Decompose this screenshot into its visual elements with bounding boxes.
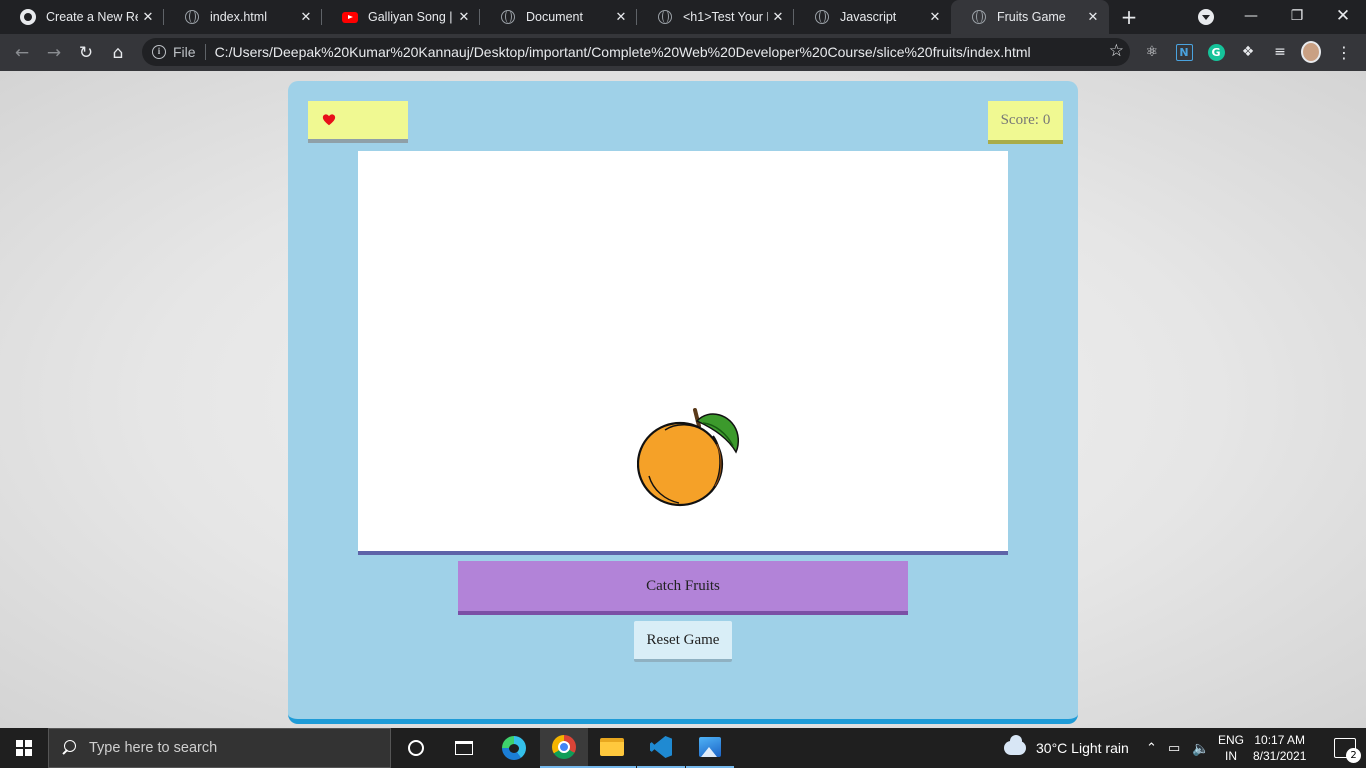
chrome-icon (552, 735, 576, 759)
puzzle-icon[interactable]: ❖ (1238, 42, 1258, 62)
score-box: Score: 0 (988, 101, 1063, 144)
task-view-icon (455, 741, 473, 755)
photos-taskbar-button[interactable] (686, 728, 734, 768)
close-icon[interactable]: ✕ (768, 10, 788, 25)
heart-icon (322, 114, 336, 126)
tab-label: Galliyan Song | Ek (368, 10, 454, 24)
address-bar[interactable]: i File C:/Users/Deepak%20Kumar%20Kannauj… (142, 38, 1130, 66)
youtube-icon (342, 9, 358, 25)
game-container: Score: 0 Catch Fruits Reset Game (288, 81, 1078, 724)
language-indicator[interactable]: ENG IN (1218, 728, 1244, 768)
task-view-button[interactable] (440, 728, 488, 768)
tab-index-html[interactable]: index.html ✕ (164, 0, 322, 34)
clock[interactable]: 10:17 AM 8/31/2021 (1253, 728, 1306, 768)
search-placeholder: Type here to search (89, 740, 218, 756)
scheme-label: File (173, 44, 196, 60)
taskbar-search-box[interactable]: Type here to search (48, 728, 391, 768)
globe-icon (971, 9, 987, 25)
volume-icon[interactable]: 🔈 (1192, 728, 1209, 768)
home-icon[interactable]: ⌂ (105, 40, 131, 66)
cortana-icon (408, 740, 424, 756)
file-explorer-button[interactable] (588, 728, 636, 768)
close-icon[interactable]: ✕ (611, 10, 631, 25)
globe-icon (184, 9, 200, 25)
lives-box (308, 101, 408, 143)
windows-taskbar: Type here to search 30°C Light rain ⌃ ▭ … (0, 728, 1366, 768)
tab-label: index.html (210, 10, 267, 24)
tab-label: Document (526, 10, 583, 24)
minimize-button[interactable]: — (1228, 0, 1274, 34)
orange-icon[interactable] (637, 406, 741, 508)
globe-icon (500, 9, 516, 25)
restore-button[interactable]: ❐ (1274, 0, 1320, 34)
search-icon (61, 740, 77, 756)
photos-icon (699, 737, 721, 757)
browser-tab-strip: Create a New Rep ✕ index.html ✕ Galliyan… (0, 0, 1366, 34)
react-devtools-icon[interactable]: ⚛ (1142, 42, 1162, 62)
tab-javascript[interactable]: Javascript ✕ (794, 0, 951, 34)
github-icon (20, 9, 36, 25)
vscode-icon (650, 736, 672, 758)
close-icon[interactable]: ✕ (138, 10, 158, 25)
tab-label: <h1>Test Your Re (683, 10, 768, 24)
reload-icon[interactable]: ↻ (73, 40, 99, 66)
url-text[interactable]: C:/Users/Deepak%20Kumar%20Kannauj/Deskto… (215, 44, 1031, 60)
close-icon[interactable]: ✕ (296, 10, 316, 25)
close-icon[interactable]: ✕ (454, 10, 474, 25)
fruit-play-area[interactable] (358, 151, 1008, 555)
catch-fruits-button[interactable]: Catch Fruits (458, 561, 908, 615)
forward-arrow-icon[interactable]: → (41, 40, 67, 66)
reset-game-button[interactable]: Reset Game (634, 621, 732, 662)
cortana-button[interactable] (392, 728, 440, 768)
menu-dots-icon[interactable]: ⋮ (1334, 42, 1354, 62)
globe-icon (814, 9, 830, 25)
tab-label: Javascript (840, 10, 897, 24)
profile-avatar[interactable] (1301, 41, 1321, 63)
grammarly-icon[interactable]: G (1206, 42, 1226, 62)
back-arrow-icon[interactable]: ← (9, 40, 35, 66)
language-top: ENG (1218, 733, 1245, 747)
bookmark-star-icon[interactable]: ☆ (1109, 41, 1124, 61)
tab-test[interactable]: <h1>Test Your Re ✕ (637, 0, 794, 34)
folder-icon (600, 738, 624, 756)
score-value: 0 (1042, 112, 1051, 128)
vscode-taskbar-button[interactable] (637, 728, 685, 768)
windows-logo-icon (16, 740, 32, 756)
tab-youtube[interactable]: Galliyan Song | Ek ✕ (322, 0, 480, 34)
new-tab-button[interactable]: + (1117, 5, 1141, 29)
score-label: Score: (1000, 112, 1039, 128)
edge-taskbar-button[interactable] (490, 728, 538, 768)
chrome-taskbar-button[interactable] (540, 728, 588, 768)
close-icon[interactable]: ✕ (925, 10, 945, 25)
tab-label: Fruits Game (997, 10, 1066, 24)
weather-widget[interactable]: 30°C Light rain (1004, 728, 1129, 768)
close-icon[interactable]: ✕ (1083, 10, 1103, 25)
media-icon[interactable]: ≡ (1270, 42, 1290, 62)
notification-center-icon[interactable]: 2 (1334, 738, 1361, 763)
clock-time: 10:17 AM (1254, 733, 1306, 747)
battery-icon[interactable]: ▭ (1168, 728, 1180, 768)
tab-label: Create a New Rep (46, 10, 138, 24)
n-extension-icon[interactable]: N (1174, 42, 1194, 62)
tray-chevron-icon[interactable]: ⌃ (1146, 728, 1157, 768)
cloud-rain-icon (1004, 735, 1026, 755)
tab-fruits-game[interactable]: Fruits Game ✕ (951, 0, 1109, 34)
language-bottom: IN (1225, 749, 1237, 763)
page-viewport: Score: 0 Catch Fruits Reset Game (0, 71, 1366, 728)
clock-date: 8/31/2021 (1253, 749, 1307, 763)
tab-github[interactable]: Create a New Rep ✕ (0, 0, 164, 34)
browser-toolbar: ← → ↻ ⌂ i File C:/Users/Deepak%20Kumar%2… (0, 34, 1366, 71)
tab-document[interactable]: Document ✕ (480, 0, 637, 34)
tab-search-icon[interactable] (1198, 9, 1214, 25)
globe-icon (657, 9, 673, 25)
notification-count: 2 (1346, 748, 1361, 763)
edge-icon (502, 736, 526, 760)
info-icon[interactable]: i (152, 45, 166, 59)
windows-start-button[interactable] (0, 728, 48, 768)
weather-text: 30°C Light rain (1036, 740, 1129, 756)
window-close-button[interactable]: ✕ (1320, 0, 1366, 34)
